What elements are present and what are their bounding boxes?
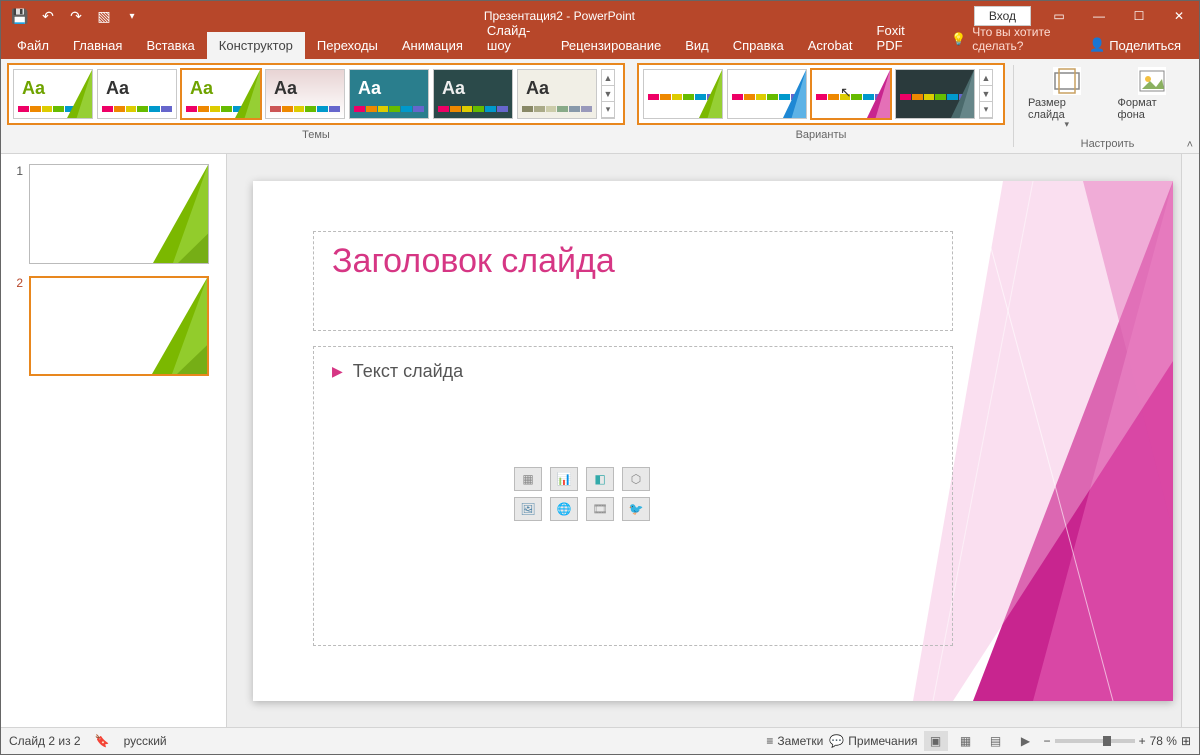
zoom-level[interactable]: 78 % bbox=[1150, 734, 1177, 748]
share-button[interactable]: 👤 Поделиться bbox=[1075, 31, 1195, 59]
tab-design[interactable]: Конструктор bbox=[207, 32, 305, 59]
tell-me-input[interactable]: 💡 Что вы хотите сделать? bbox=[941, 19, 1075, 59]
thumb-number-2: 2 bbox=[9, 276, 23, 290]
slide-size-icon bbox=[1053, 67, 1081, 95]
fit-to-window-button[interactable]: ⊞ bbox=[1181, 734, 1191, 748]
tab-transitions[interactable]: Переходы bbox=[305, 32, 390, 59]
tab-file[interactable]: Файл bbox=[5, 32, 61, 59]
thumb-number-1: 1 bbox=[9, 164, 23, 178]
lightbulb-icon: 💡 bbox=[951, 32, 966, 46]
close-icon[interactable]: ✕ bbox=[1159, 1, 1199, 31]
format-background-button[interactable]: Формат фона bbox=[1112, 63, 1193, 134]
tab-view[interactable]: Вид bbox=[673, 32, 721, 59]
variant-thumb-pink[interactable]: ↖ bbox=[811, 69, 891, 119]
minimize-icon[interactable]: — bbox=[1079, 1, 1119, 31]
format-background-icon bbox=[1138, 67, 1166, 95]
insert-table-icon[interactable]: ▦ bbox=[514, 467, 542, 491]
theme-thumb-2[interactable]: Aa bbox=[97, 69, 177, 119]
vertical-scrollbar[interactable] bbox=[1181, 154, 1199, 727]
comments-icon: 💬 bbox=[829, 734, 844, 748]
zoom-in-button[interactable]: + bbox=[1139, 734, 1146, 748]
theme-thumb-1[interactable]: Aa bbox=[13, 69, 93, 119]
themes-gallery: Aa Aa Aa Aa Aa Aa bbox=[7, 63, 625, 125]
themes-group-label: Темы bbox=[302, 129, 330, 141]
gallery-expand-icon[interactable]: ▾ bbox=[980, 102, 992, 118]
slide-workspace: Заголовок слайда ▶ Текст слайда ▦ 📊 ◧ ⬡ … bbox=[227, 154, 1199, 727]
slide-sorter-view-button[interactable]: ▦ bbox=[954, 731, 978, 751]
qat-dropdown-icon[interactable]: ▾ bbox=[119, 3, 145, 29]
format-background-label: Формат фона bbox=[1118, 97, 1187, 121]
window-title: Презентация2 - PowerPoint bbox=[145, 9, 974, 23]
save-icon[interactable]: 💾 bbox=[7, 3, 33, 29]
themes-gallery-more[interactable]: ▲ ▼ ▾ bbox=[601, 69, 615, 119]
variant-thumb-dark[interactable] bbox=[895, 69, 975, 119]
bullet-icon: ▶ bbox=[332, 363, 343, 380]
gallery-up-icon[interactable]: ▲ bbox=[602, 70, 614, 86]
tab-home[interactable]: Главная bbox=[61, 32, 134, 59]
configure-group-label: Настроить bbox=[1081, 138, 1135, 150]
start-from-beginning-icon[interactable]: ▧ bbox=[91, 3, 117, 29]
theme-thumb-7[interactable]: Aa bbox=[517, 69, 597, 119]
language-indicator[interactable]: русский bbox=[124, 734, 167, 748]
slide-size-label: Размер слайда bbox=[1028, 97, 1106, 121]
tab-acrobat[interactable]: Acrobat bbox=[796, 32, 865, 59]
variants-group-label: Варианты bbox=[796, 129, 847, 141]
slide-counter[interactable]: Слайд 2 из 2 bbox=[9, 734, 81, 748]
variants-gallery-more[interactable]: ▲ ▼ ▾ bbox=[979, 69, 993, 119]
share-label: Поделиться bbox=[1109, 38, 1181, 53]
variant-thumb-green[interactable] bbox=[643, 69, 723, 119]
notes-button[interactable]: ≡Заметки bbox=[766, 734, 823, 748]
tell-me-placeholder: Что вы хотите сделать? bbox=[972, 25, 1065, 53]
insert-online-picture-icon[interactable]: 🌐 bbox=[550, 497, 578, 521]
content-insert-icons: ▦ 📊 ◧ ⬡ 🖼 🌐 🎞 🐦 bbox=[514, 467, 652, 521]
gallery-down-icon[interactable]: ▼ bbox=[602, 86, 614, 102]
slideshow-view-button[interactable]: ▶ bbox=[1014, 731, 1038, 751]
tab-foxit[interactable]: Foxit PDF bbox=[865, 17, 932, 59]
collapse-ribbon-icon[interactable]: ˄ bbox=[1187, 139, 1193, 151]
tab-animations[interactable]: Анимация bbox=[390, 32, 475, 59]
tab-slideshow[interactable]: Слайд-шоу bbox=[475, 17, 549, 59]
chevron-down-icon: ▾ bbox=[1065, 119, 1070, 130]
content-placeholder[interactable]: ▶ Текст слайда ▦ 📊 ◧ ⬡ 🖼 🌐 🎞 🐦 bbox=[313, 346, 953, 646]
slide-thumbnail-2-selected[interactable] bbox=[29, 276, 209, 376]
tab-insert[interactable]: Вставка bbox=[134, 32, 206, 59]
spellcheck-icon[interactable]: 🔖 bbox=[95, 734, 110, 748]
current-slide[interactable]: Заголовок слайда ▶ Текст слайда ▦ 📊 ◧ ⬡ … bbox=[253, 181, 1173, 701]
variants-gallery: ↖ ▲ ▼ ▾ bbox=[637, 63, 1005, 125]
slide-thumbnails-panel: 1 2 bbox=[1, 154, 227, 727]
gallery-up-icon[interactable]: ▲ bbox=[980, 70, 992, 86]
undo-icon[interactable]: ↶ bbox=[35, 3, 61, 29]
tab-review[interactable]: Рецензирование bbox=[549, 32, 673, 59]
content-placeholder-text: Текст слайда bbox=[353, 361, 463, 382]
zoom-slider[interactable] bbox=[1055, 739, 1135, 743]
slide-size-button[interactable]: Размер слайда ▾ bbox=[1022, 63, 1112, 134]
insert-3d-model-icon[interactable]: ⬡ bbox=[622, 467, 650, 491]
share-icon: 👤 bbox=[1089, 37, 1105, 53]
insert-smartart-icon[interactable]: ◧ bbox=[586, 467, 614, 491]
theme-thumb-3-selected[interactable]: Aa bbox=[181, 69, 261, 119]
gallery-expand-icon[interactable]: ▾ bbox=[602, 102, 614, 118]
title-placeholder-text: Заголовок слайда bbox=[332, 242, 615, 280]
redo-icon[interactable]: ↷ bbox=[63, 3, 89, 29]
insert-video-icon[interactable]: 🎞 bbox=[586, 497, 614, 521]
zoom-out-button[interactable]: − bbox=[1044, 734, 1051, 748]
maximize-icon[interactable]: ☐ bbox=[1119, 1, 1159, 31]
insert-icon-icon[interactable]: 🐦 bbox=[622, 497, 650, 521]
normal-view-button[interactable]: ▣ bbox=[924, 731, 948, 751]
title-placeholder[interactable]: Заголовок слайда bbox=[313, 231, 953, 331]
insert-chart-icon[interactable]: 📊 bbox=[550, 467, 578, 491]
insert-picture-icon[interactable]: 🖼 bbox=[514, 497, 542, 521]
theme-thumb-6[interactable]: Aa bbox=[433, 69, 513, 119]
gallery-down-icon[interactable]: ▼ bbox=[980, 86, 992, 102]
theme-thumb-4[interactable]: Aa bbox=[265, 69, 345, 119]
reading-view-button[interactable]: ▤ bbox=[984, 731, 1008, 751]
theme-thumb-5[interactable]: Aa bbox=[349, 69, 429, 119]
comments-button[interactable]: 💬Примечания bbox=[829, 734, 917, 748]
cursor-icon: ↖ bbox=[840, 84, 852, 101]
slide-thumbnail-1[interactable] bbox=[29, 164, 209, 264]
tab-help[interactable]: Справка bbox=[721, 32, 796, 59]
variant-thumb-blue[interactable] bbox=[727, 69, 807, 119]
notes-icon: ≡ bbox=[766, 734, 773, 748]
